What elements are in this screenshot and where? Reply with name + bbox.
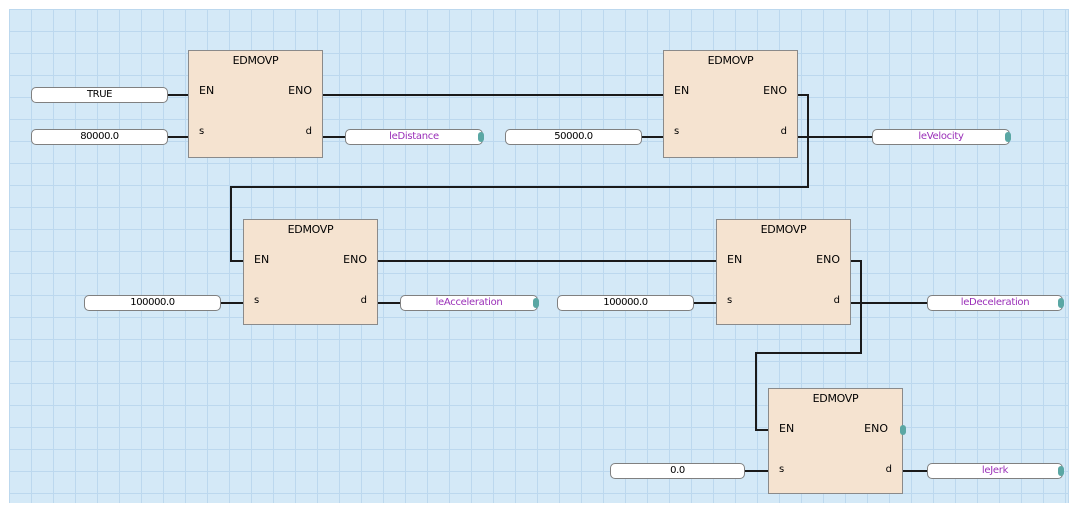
eno-connector-dot [900, 425, 906, 435]
d-pin[interactable]: d [886, 463, 892, 476]
acceleration-connector-dot [533, 298, 539, 308]
deceleration-connector-dot [1058, 298, 1064, 308]
edmovp-block-acceleration[interactable]: EDMOVP EN ENO s d [243, 219, 378, 325]
acceleration-variable[interactable]: leAcceleration [400, 295, 538, 311]
distance-connector-dot [478, 132, 484, 142]
en-pin[interactable]: EN [674, 84, 689, 97]
en-pin[interactable]: EN [254, 253, 269, 266]
d-pin[interactable]: d [781, 125, 787, 138]
d-pin[interactable]: d [306, 125, 312, 138]
s-pin[interactable]: s [254, 294, 259, 307]
block-title: EDMOVP [232, 54, 279, 67]
en-pin[interactable]: EN [779, 422, 794, 435]
s-pin[interactable]: s [199, 125, 204, 138]
jerk-connector-dot [1058, 466, 1064, 476]
block-title: EDMOVP [760, 223, 807, 236]
velocity-variable[interactable]: leVelocity [872, 129, 1010, 145]
velocity-constant[interactable]: 50000.0 [505, 129, 642, 145]
edmovp-block-deceleration[interactable]: EDMOVP EN ENO s d [716, 219, 851, 325]
edmovp-block-distance[interactable]: EDMOVP EN ENO s d [188, 50, 323, 158]
edmovp-block-velocity[interactable]: EDMOVP EN ENO s d [663, 50, 798, 158]
eno-pin[interactable]: ENO [816, 253, 840, 266]
en-pin[interactable]: EN [199, 84, 214, 97]
deceleration-constant[interactable]: 100000.0 [557, 295, 694, 311]
d-pin[interactable]: d [361, 294, 367, 307]
eno-pin[interactable]: ENO [864, 422, 888, 435]
velocity-connector-dot [1005, 132, 1011, 142]
block-title: EDMOVP [812, 392, 859, 405]
distance-constant[interactable]: 80000.0 [31, 129, 168, 145]
block-title: EDMOVP [287, 223, 334, 236]
edmovp-block-jerk[interactable]: EDMOVP EN ENO s d [768, 388, 903, 494]
en-pin[interactable]: EN [727, 253, 742, 266]
d-pin[interactable]: d [834, 294, 840, 307]
eno-pin[interactable]: ENO [343, 253, 367, 266]
jerk-constant[interactable]: 0.0 [610, 463, 745, 479]
s-pin[interactable]: s [674, 125, 679, 138]
wire-layer [168, 94, 927, 472]
eno-pin[interactable]: ENO [288, 84, 312, 97]
s-pin[interactable]: s [727, 294, 732, 307]
distance-variable[interactable]: leDistance [345, 129, 483, 145]
acceleration-constant[interactable]: 100000.0 [84, 295, 221, 311]
eno-pin[interactable]: ENO [763, 84, 787, 97]
jerk-variable[interactable]: leJerk [927, 463, 1063, 479]
deceleration-variable[interactable]: leDeceleration [927, 295, 1063, 311]
block-title: EDMOVP [707, 54, 754, 67]
enable-constant[interactable]: TRUE [31, 87, 168, 103]
s-pin[interactable]: s [779, 463, 784, 476]
